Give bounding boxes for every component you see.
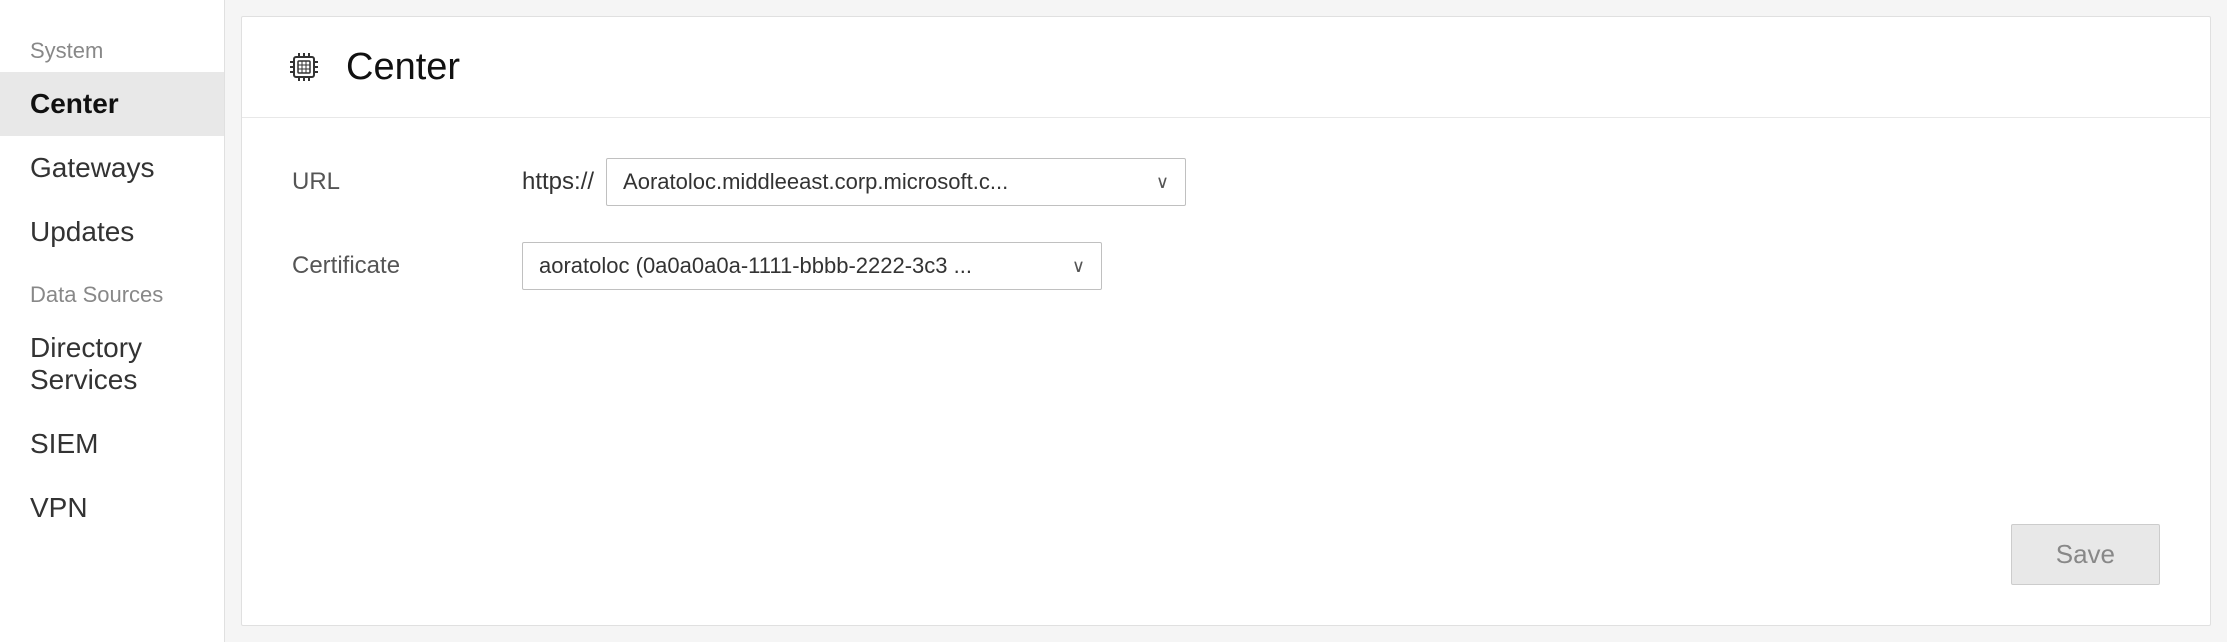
save-button-wrapper: Save bbox=[2011, 524, 2160, 585]
sidebar-item-gateways[interactable]: Gateways bbox=[0, 136, 224, 200]
panel-body: URL https:// Aoratoloc.middleeast.corp.m… bbox=[242, 118, 2210, 625]
cert-label: Certificate bbox=[292, 252, 492, 280]
panel-header: Center bbox=[242, 17, 2210, 118]
sidebar-item-siem[interactable]: SIEM bbox=[0, 412, 224, 476]
cert-dropdown[interactable]: aoratoloc (0a0a0a0a-1111-bbbb-2222-3c3 .… bbox=[522, 242, 1102, 290]
url-dropdown[interactable]: Aoratoloc.middleeast.corp.microsoft.c...… bbox=[606, 158, 1186, 206]
system-section-label: System bbox=[0, 20, 224, 72]
data-sources-section-label: Data Sources bbox=[0, 264, 224, 316]
url-field: https:// Aoratoloc.middleeast.corp.micro… bbox=[522, 158, 1186, 206]
sidebar: System Center Gateways Updates Data Sour… bbox=[0, 0, 225, 642]
page-title: Center bbox=[346, 46, 460, 89]
url-prefix: https:// bbox=[522, 168, 594, 196]
url-label: URL bbox=[292, 168, 492, 196]
url-dropdown-value: Aoratoloc.middleeast.corp.microsoft.c... bbox=[623, 169, 1144, 195]
main-content: Center URL https:// Aoratoloc.middleeast… bbox=[225, 0, 2227, 642]
content-panel: Center URL https:// Aoratoloc.middleeast… bbox=[241, 16, 2211, 626]
cert-dropdown-value: aoratoloc (0a0a0a0a-1111-bbbb-2222-3c3 .… bbox=[539, 253, 1060, 279]
sidebar-item-center[interactable]: Center bbox=[0, 72, 224, 136]
cert-form-row: Certificate aoratoloc (0a0a0a0a-1111-bbb… bbox=[292, 242, 2160, 290]
sidebar-item-updates[interactable]: Updates bbox=[0, 200, 224, 264]
save-button[interactable]: Save bbox=[2011, 524, 2160, 585]
url-dropdown-arrow-icon: ∨ bbox=[1156, 172, 1169, 193]
cert-dropdown-arrow-icon: ∨ bbox=[1072, 256, 1085, 277]
sidebar-item-directory-services[interactable]: Directory Services bbox=[0, 316, 224, 412]
url-form-row: URL https:// Aoratoloc.middleeast.corp.m… bbox=[292, 158, 2160, 206]
sidebar-item-vpn[interactable]: VPN bbox=[0, 476, 224, 540]
chip-icon bbox=[282, 45, 326, 89]
